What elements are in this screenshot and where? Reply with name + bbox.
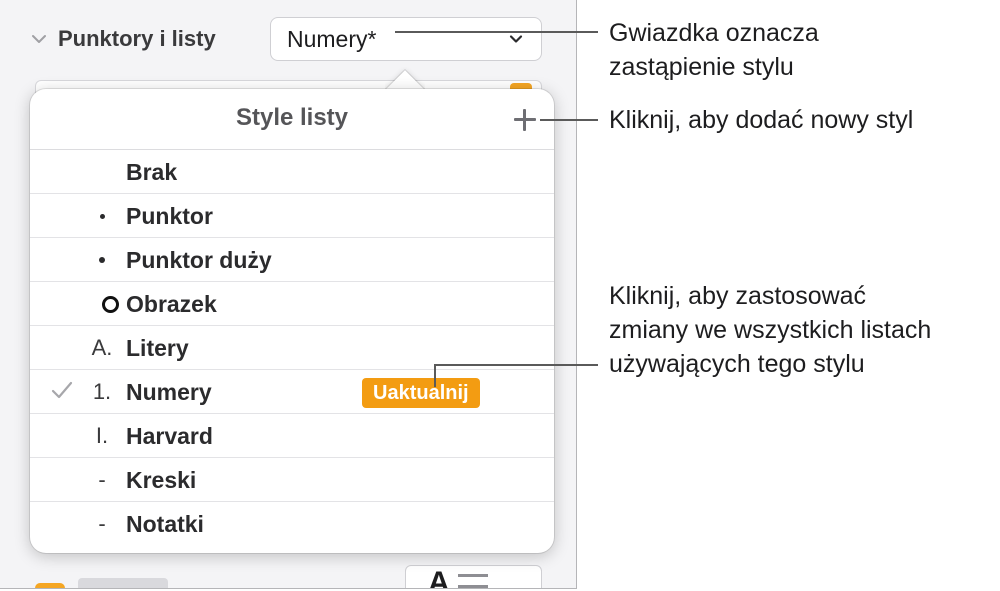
popover-arrow [385,66,425,90]
callout-line-apply-v [434,364,436,387]
callout-line-add [540,119,598,121]
obscured-checkbox [35,583,65,588]
list-style-item-kreski[interactable]: - Kreski [30,458,554,502]
plus-icon[interactable] [511,106,539,134]
callout-asterisk: Gwiazdka oznacza zastąpienie stylu [609,16,819,84]
callout-asterisk-line2: zastąpienie stylu [609,53,794,81]
list-style-item-obrazek[interactable]: Obrazek [30,282,554,326]
callout-line-apply-h [434,364,598,366]
callout-apply-line1: Kliknij, aby zastosować [609,282,867,310]
list-marker: I. [95,423,109,448]
list-style-label: Numery [126,379,212,405]
list-style-item-numery[interactable]: 1. Numery Uaktualnij [30,370,554,414]
popover-title: Style listy [235,104,349,131]
callout-add-style: Kliknij, aby dodać nowy styl [609,106,914,134]
list-style-label: Kreski [126,467,197,493]
list-style-label: Litery [126,335,189,361]
list-style-dropdown[interactable]: Numery* [270,17,542,61]
list-style-label: Brak [126,159,178,185]
text-indent-control[interactable]: A [405,565,542,589]
popover-header: Style listy [30,89,554,150]
callout-apply: Kliknij, aby zastosować zmiany we wszyst… [609,279,931,381]
image-bullet-icon [80,282,124,326]
bullets-section-header[interactable]: Punktory i listy [32,22,216,56]
section-title: Punktory i listy [58,26,216,51]
bullet-large-icon [80,238,124,282]
list-marker: - [98,467,106,492]
lines-icon [458,574,488,588]
chevron-down-icon [509,35,523,43]
list-style-value: Numery* [287,25,377,52]
list-style-label: Notatki [126,511,204,537]
callout-apply-line3: używających tego stylu [609,350,865,378]
chevron-down-icon[interactable] [32,31,58,47]
list-style-label: Harvard [126,423,213,449]
text-glyph-icon: A [428,566,450,589]
list-style-item-brak[interactable]: Brak [30,150,554,194]
list-style-item-punktor[interactable]: Punktor [30,194,554,238]
list-style-item-punktor-duzy[interactable]: Punktor duży [30,238,554,282]
checkmark-icon [51,381,73,399]
list-style-label: Obrazek [126,291,217,317]
list-marker: 1. [92,379,112,404]
list-style-item-notatki[interactable]: - Notatki [30,502,554,546]
callout-asterisk-line1: Gwiazdka oznacza [609,19,819,47]
list-style-label: Punktor duży [126,247,272,273]
list-style-item-harvard[interactable]: I. Harvard [30,414,554,458]
callout-line-asterisk [395,31,598,33]
update-style-button[interactable]: Uaktualnij [362,378,480,408]
obscured-label [78,578,168,588]
list-marker: - [98,511,106,536]
list-styles-popover: Style listy Brak Punktor Punktor duży Ob… [30,89,554,553]
bullet-icon [80,194,124,238]
list-marker: A. [91,335,113,360]
callout-apply-line2: zmiany we wszystkich listach [609,316,932,344]
list-style-label: Punktor [126,203,213,229]
